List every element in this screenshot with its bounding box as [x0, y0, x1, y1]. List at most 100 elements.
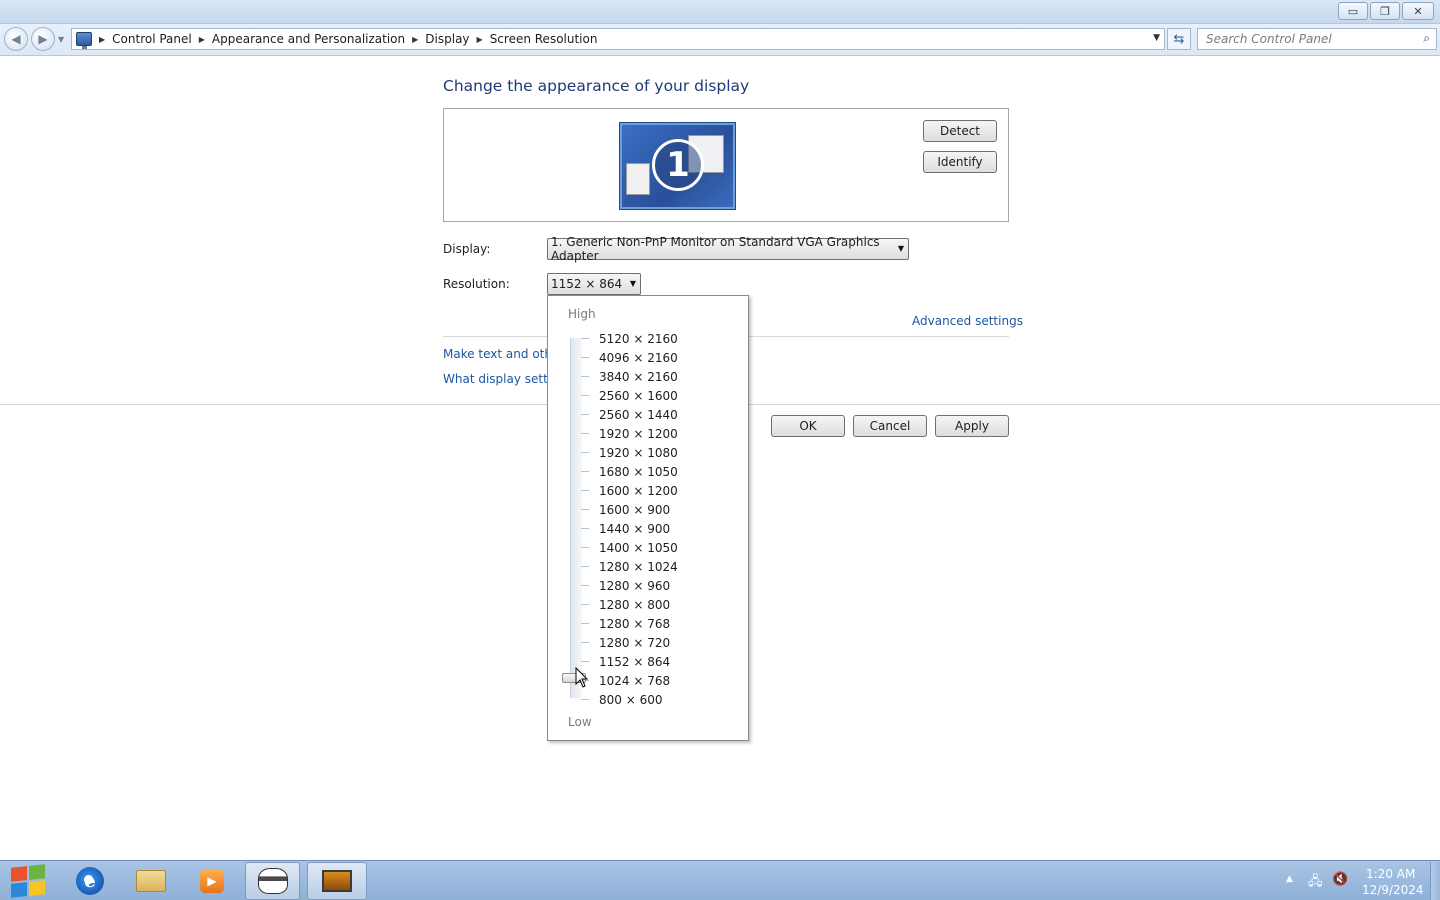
- minimize-button[interactable]: ▭: [1338, 2, 1368, 20]
- monitor-1-icon[interactable]: 1: [620, 123, 735, 209]
- window-title-bar: ▭ ❐ ✕: [0, 0, 1440, 24]
- breadcrumb-separator-icon[interactable]: ▶: [99, 35, 105, 44]
- slider-tick-mark: [581, 490, 589, 491]
- resolution-option[interactable]: 4096 × 2160: [599, 348, 678, 367]
- taskbar-media-player[interactable]: ▶: [183, 862, 241, 900]
- taskbar-file-explorer[interactable]: [122, 862, 180, 900]
- slider-low-label: Low: [568, 715, 592, 729]
- clock-date[interactable]: 12/9/2024: [1362, 883, 1424, 897]
- breadcrumb-separator-icon[interactable]: ▶: [412, 35, 418, 44]
- resolution-option[interactable]: 800 × 600: [599, 690, 663, 709]
- resolution-option[interactable]: 3840 × 2160: [599, 367, 678, 386]
- resolution-option[interactable]: 5120 × 2160: [599, 329, 678, 348]
- network-icon[interactable]: 🖧: [1308, 872, 1323, 894]
- back-arrow-icon: ◀: [11, 32, 21, 46]
- system-tray: ▲ 🖧 🔇 1:20 AM 12/9/2024: [1270, 862, 1440, 900]
- restore-button[interactable]: ❐: [1370, 2, 1400, 20]
- resolution-option[interactable]: 1680 × 1050: [599, 462, 678, 481]
- slider-tick-mark: [581, 338, 589, 339]
- slider-tick-mark: [581, 585, 589, 586]
- resolution-option[interactable]: 1024 × 768: [599, 671, 670, 690]
- display-select-value: 1. Generic Non-PnP Monitor on Standard V…: [551, 235, 880, 263]
- resolution-select[interactable]: 1152 × 864 ▼: [547, 273, 641, 295]
- resolution-option[interactable]: 1280 × 1024: [599, 557, 678, 576]
- slider-tick-mark: [581, 604, 589, 605]
- resolution-option[interactable]: 1280 × 960: [599, 576, 670, 595]
- detect-button[interactable]: Detect: [923, 120, 997, 142]
- show-desktop-button[interactable]: [1430, 862, 1440, 900]
- resolution-option[interactable]: 1152 × 864: [599, 652, 670, 671]
- search-box[interactable]: ⌕: [1197, 28, 1437, 50]
- back-button[interactable]: ◀: [4, 27, 28, 51]
- forward-button[interactable]: ▶: [31, 27, 55, 51]
- slider-tick-mark: [581, 376, 589, 377]
- ok-button[interactable]: OK: [771, 415, 845, 437]
- resolution-option[interactable]: 1600 × 1200: [599, 481, 678, 500]
- apply-button[interactable]: Apply: [935, 415, 1009, 437]
- recent-pages-dropdown-icon[interactable]: ▼: [58, 35, 64, 44]
- media-player-icon: ▶: [200, 869, 224, 893]
- clock-time[interactable]: 1:20 AM: [1366, 867, 1415, 881]
- search-icon[interactable]: ⌕: [1423, 31, 1430, 46]
- display-select[interactable]: 1. Generic Non-PnP Monitor on Standard V…: [547, 235, 909, 263]
- page-title: Change the appearance of your display: [443, 77, 750, 95]
- forward-arrow-icon: ▶: [38, 32, 48, 46]
- slider-tick-mark: [581, 509, 589, 510]
- mouse-cursor-icon: [575, 667, 589, 688]
- address-dropdown-icon[interactable]: ▼: [1153, 33, 1160, 43]
- windows-logo-icon: [11, 864, 45, 898]
- slider-tick-mark: [581, 528, 589, 529]
- window-controls: ▭ ❐ ✕: [1338, 2, 1434, 20]
- resolution-label: Resolution:: [443, 277, 510, 291]
- slider-tick-mark: [581, 433, 589, 434]
- display-label: Display:: [443, 242, 491, 256]
- taskbar: e ▶ ▲ 🖧 🔇 1:20 AM 12/9/2024: [0, 860, 1440, 900]
- slider-high-label: High: [568, 307, 596, 321]
- slider-tick-mark: [581, 699, 589, 700]
- resolution-option[interactable]: 1920 × 1200: [599, 424, 678, 443]
- breadcrumb-separator-icon[interactable]: ▶: [199, 35, 205, 44]
- slider-tick-mark: [581, 547, 589, 548]
- resolution-slider-track[interactable]: [570, 338, 582, 698]
- search-input[interactable]: [1198, 29, 1408, 49]
- resolution-option[interactable]: 1400 × 1050: [599, 538, 678, 557]
- slider-tick-mark: [581, 623, 589, 624]
- navigation-bar: ◀ ▶ ▼ ▶ Control Panel ▶ Appearance and P…: [0, 24, 1440, 56]
- chevron-down-icon: ▼: [897, 244, 904, 253]
- breadcrumb-appearance[interactable]: Appearance and Personalization: [212, 32, 405, 46]
- monitor-number-badge: 1: [652, 139, 704, 191]
- show-hidden-icons-icon[interactable]: ▲: [1286, 874, 1293, 884]
- resolution-option[interactable]: 2560 × 1600: [599, 386, 678, 405]
- internet-explorer-icon: e: [76, 867, 104, 895]
- resolution-option[interactable]: 2560 × 1440: [599, 405, 678, 424]
- breadcrumb-control-panel[interactable]: Control Panel: [112, 32, 192, 46]
- refresh-button[interactable]: ⇆: [1167, 28, 1191, 50]
- chevron-down-icon: ▼: [629, 279, 636, 288]
- resolution-option[interactable]: 1280 × 720: [599, 633, 670, 652]
- start-button[interactable]: [2, 862, 54, 900]
- resolution-option[interactable]: 1280 × 768: [599, 614, 670, 633]
- slider-tick-mark: [581, 471, 589, 472]
- breadcrumb-separator-icon[interactable]: ▶: [477, 35, 483, 44]
- resolution-option[interactable]: 1920 × 1080: [599, 443, 678, 462]
- slider-tick-mark: [581, 661, 589, 662]
- resolution-option[interactable]: 1600 × 900: [599, 500, 670, 519]
- taskbar-display-settings[interactable]: [307, 862, 367, 900]
- display-settings-icon: [322, 870, 352, 892]
- volume-muted-icon[interactable]: 🔇: [1332, 872, 1348, 887]
- resolution-option[interactable]: 1440 × 900: [599, 519, 670, 538]
- breadcrumb-screen-resolution[interactable]: Screen Resolution: [490, 32, 598, 46]
- identify-button[interactable]: Identify: [923, 151, 997, 173]
- taskbar-internet-explorer[interactable]: e: [61, 862, 119, 900]
- advanced-settings-link[interactable]: Advanced settings: [912, 314, 1023, 328]
- resolution-option[interactable]: 1280 × 800: [599, 595, 670, 614]
- refresh-icon: ⇆: [1173, 31, 1185, 47]
- slider-tick-mark: [581, 395, 589, 396]
- address-bar[interactable]: ▶ Control Panel ▶ Appearance and Persona…: [71, 28, 1165, 50]
- control-panel-icon: [76, 32, 92, 49]
- taskbar-app-badger[interactable]: [245, 862, 300, 900]
- breadcrumb-display[interactable]: Display: [425, 32, 469, 46]
- slider-tick-mark: [581, 452, 589, 453]
- close-button[interactable]: ✕: [1402, 2, 1434, 20]
- cancel-button[interactable]: Cancel: [853, 415, 927, 437]
